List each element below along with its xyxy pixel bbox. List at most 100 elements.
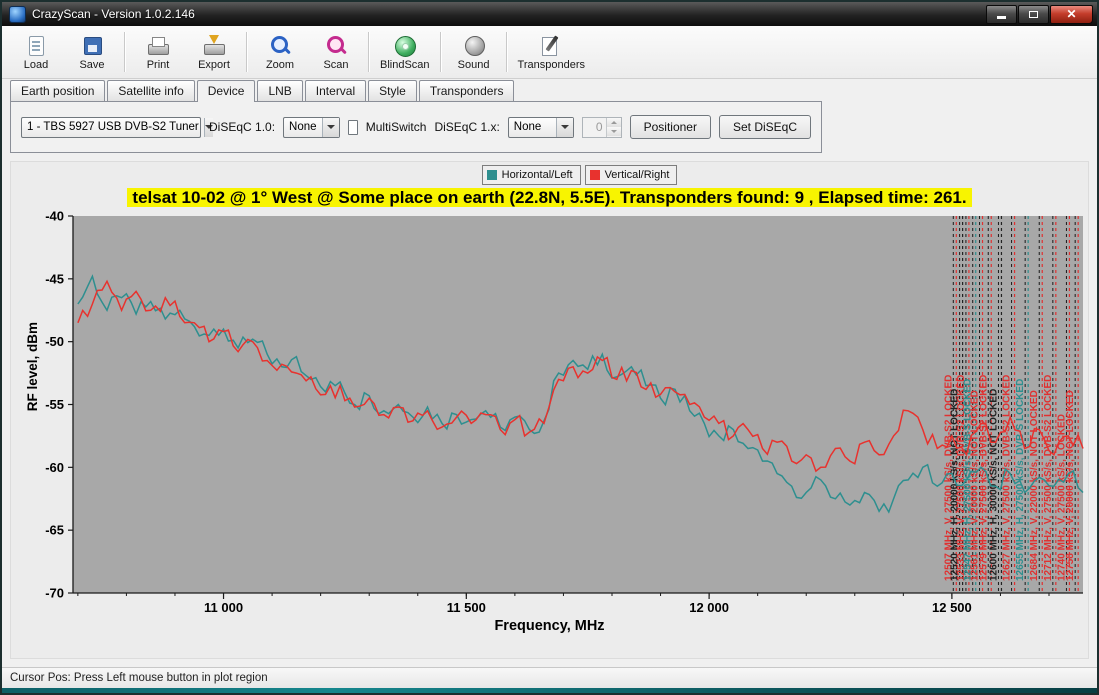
svg-text:12 000: 12 000 [689, 600, 729, 613]
minimize-icon [997, 16, 1006, 19]
y-axis-label: RF level, dBm [25, 322, 40, 411]
diseqc10-select[interactable]: None [283, 117, 340, 138]
multiswitch-checkbox[interactable] [348, 120, 358, 135]
x-axis-label: Frequency, MHz [11, 618, 1088, 634]
zoom-icon [267, 34, 293, 58]
toolbar-blindscan-button[interactable]: BlindScan [374, 32, 436, 73]
chart-title: telsat 10-02 @ 1° West @ Some place on e… [11, 185, 1088, 211]
svg-text:-65: -65 [45, 523, 64, 538]
chevron-down-icon [561, 125, 569, 129]
chevron-down-icon [327, 125, 335, 129]
toolbar-save-label: Save [79, 59, 104, 71]
tab-earth-position[interactable]: Earth position [10, 80, 105, 101]
toolbar-scan-button[interactable]: Scan [308, 32, 364, 73]
position-stepper[interactable]: 0 [582, 117, 622, 138]
app-window: CrazyScan - Version 1.0.2.146 ✕ Load Sav… [0, 0, 1099, 695]
chevron-down-icon [611, 130, 617, 133]
tab-lnb[interactable]: LNB [257, 80, 302, 101]
export-icon [201, 34, 227, 58]
app-icon [9, 6, 26, 23]
diseqc10-select-arrow[interactable] [322, 118, 339, 137]
titlebar: CrazyScan - Version 1.0.2.146 ✕ [2, 2, 1097, 26]
toolbar-separator [368, 32, 370, 72]
chart-title-text: telsat 10-02 @ 1° West @ Some place on e… [127, 188, 971, 207]
svg-text:11 500: 11 500 [447, 600, 486, 613]
scan-icon [323, 34, 349, 58]
maximize-icon [1029, 11, 1038, 18]
diseqc1x-label: DiSEqC 1.x: [434, 120, 499, 134]
tab-device[interactable]: Device [197, 80, 256, 102]
toolbar-transponders-label: Transponders [518, 59, 585, 71]
svg-text:-45: -45 [45, 271, 64, 286]
toolbar-zoom-label: Zoom [266, 59, 294, 71]
tab-transponders[interactable]: Transponders [419, 80, 515, 101]
toolbar-sound-label: Sound [458, 59, 490, 71]
svg-text:-50: -50 [45, 334, 64, 349]
toolbar-save-button[interactable]: Save [64, 32, 120, 73]
tab-style[interactable]: Style [368, 80, 417, 101]
svg-text:-55: -55 [45, 397, 64, 412]
vertical-series-swatch [590, 170, 600, 180]
horizontal-series-swatch [487, 170, 497, 180]
chart-legend: Horizontal/Left Vertical/Right [71, 165, 1088, 185]
toolbar-print-button[interactable]: Print [130, 32, 186, 73]
save-icon [79, 34, 105, 58]
window-bottom-edge [2, 688, 1097, 693]
close-button[interactable]: ✕ [1050, 5, 1093, 24]
toolbar-scan-label: Scan [323, 59, 348, 71]
svg-text:-60: -60 [45, 460, 64, 475]
sound-icon [461, 34, 487, 58]
svg-text:12 500: 12 500 [932, 600, 972, 613]
svg-text:12712 MHz, V, 27500 kS/s, DVB-: 12712 MHz, V, 27500 kS/s, DVB-S2 LOCKED [1043, 375, 1054, 581]
toolbar-separator [246, 32, 248, 72]
toolbar-export-button[interactable]: Export [186, 32, 242, 73]
legend-label-horizontal: Horizontal/Left [502, 169, 573, 181]
toolbar-load-label: Load [24, 59, 48, 71]
diseqc10-label: DiSEqC 1.0: [209, 120, 275, 134]
toolbar-sound-button[interactable]: Sound [446, 32, 502, 73]
spectrum-chart-region: Horizontal/Left Vertical/Right telsat 10… [10, 161, 1089, 659]
diseqc10-select-value: None [289, 121, 317, 133]
tuner-select[interactable]: 1 - TBS 5927 USB DVB-S2 Tuner [21, 117, 201, 138]
transponders-icon [538, 34, 564, 58]
stepper-down-button[interactable] [607, 127, 621, 136]
svg-text:12655 MHz, H, 27500 kS/s, DVB-: 12655 MHz, H, 27500 kS/s, DVB-S LOCKED [1015, 379, 1026, 581]
chevron-up-icon [611, 121, 617, 124]
blindscan-icon [392, 34, 418, 58]
toolbar-zoom-button[interactable]: Zoom [252, 32, 308, 73]
stepper-up-button[interactable] [607, 118, 621, 127]
print-icon [145, 34, 171, 58]
tab-bar: Earth position Satellite info Device LNB… [2, 79, 1097, 101]
tuner-select-value: 1 - TBS 5927 USB DVB-S2 Tuner [27, 121, 199, 133]
legend-item-vertical[interactable]: Vertical/Right [585, 165, 678, 185]
svg-text:-70: -70 [45, 586, 64, 601]
toolbar-print-label: Print [147, 59, 170, 71]
close-icon: ✕ [1066, 7, 1076, 21]
svg-text:12758 MHz, V, 20000 kS/s, NOT: 12758 MHz, V, 20000 kS/s, NOT LOCKED [1065, 390, 1076, 581]
spectrum-plot[interactable]: 12507 MHz, V, 27500 kS/s, DVB-S2 LOCKED1… [11, 211, 1087, 613]
toolbar-separator [440, 32, 442, 72]
positioner-button[interactable]: Positioner [630, 115, 711, 139]
cursor-position-status: Cursor Pos: Press Left mouse button in p… [10, 672, 268, 684]
toolbar-separator [506, 32, 508, 72]
tab-satellite-info[interactable]: Satellite info [107, 80, 194, 101]
svg-text:-40: -40 [45, 211, 64, 224]
diseqc1x-select-arrow[interactable] [556, 118, 573, 137]
device-tab-panel: 1 - TBS 5927 USB DVB-S2 Tuner DiSEqC 1.0… [10, 101, 822, 153]
multiswitch-label: MultiSwitch [366, 120, 427, 134]
toolbar-export-label: Export [198, 59, 230, 71]
diseqc1x-select[interactable]: None [508, 117, 574, 138]
legend-item-horizontal[interactable]: Horizontal/Left [482, 165, 581, 185]
load-icon [23, 34, 49, 58]
tab-interval[interactable]: Interval [305, 80, 366, 101]
legend-label-vertical: Vertical/Right [605, 169, 670, 181]
set-diseqc-button[interactable]: Set DiSEqC [719, 115, 811, 139]
toolbar-blindscan-label: BlindScan [380, 59, 430, 71]
minimize-button[interactable] [986, 5, 1017, 24]
diseqc1x-select-value: None [514, 121, 542, 133]
toolbar-transponders-button[interactable]: Transponders [512, 32, 591, 73]
maximize-button[interactable] [1018, 5, 1049, 24]
position-stepper-value: 0 [583, 118, 606, 137]
toolbar-load-button[interactable]: Load [8, 32, 64, 73]
status-bar: Cursor Pos: Press Left mouse button in p… [2, 667, 1097, 688]
